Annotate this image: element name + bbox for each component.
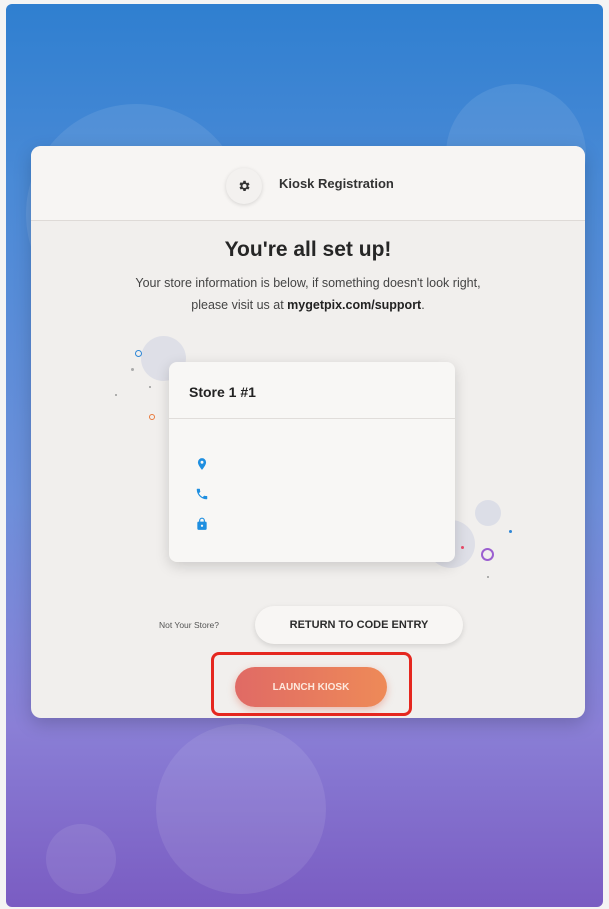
support-link[interactable]: mygetpix.com/support bbox=[287, 298, 421, 312]
decorative-ring bbox=[481, 548, 494, 561]
decorative-dot bbox=[509, 530, 512, 533]
subtitle-line-1: Your store information is below, if some… bbox=[135, 276, 481, 290]
bokeh-circle bbox=[46, 824, 116, 894]
header-title: Kiosk Registration bbox=[279, 176, 394, 191]
subtitle-line-2-prefix: please visit us at bbox=[191, 298, 288, 312]
settings-badge[interactable] bbox=[226, 168, 262, 204]
kiosk-screen: Kiosk Registration You're all set up! Yo… bbox=[6, 4, 603, 907]
return-to-code-entry-button[interactable]: RETURN TO CODE ENTRY bbox=[255, 606, 463, 644]
divider bbox=[169, 418, 455, 419]
page-title: You're all set up! bbox=[224, 238, 392, 261]
decorative-ring bbox=[149, 414, 155, 420]
decorative-dot bbox=[131, 368, 134, 371]
subtitle-line-2-suffix: . bbox=[421, 298, 425, 312]
decorative-dot bbox=[149, 386, 151, 388]
decorative-dot bbox=[487, 576, 489, 578]
bokeh-circle bbox=[156, 724, 326, 894]
phone-icon bbox=[196, 488, 208, 500]
decorative-dot bbox=[475, 500, 501, 526]
decorative-ring bbox=[135, 350, 142, 357]
store-name: Store 1 #1 bbox=[189, 384, 256, 400]
decorative-dot bbox=[115, 394, 117, 396]
not-your-store-label: Not Your Store? bbox=[159, 620, 220, 630]
lock-icon bbox=[197, 517, 207, 530]
card-header: Kiosk Registration bbox=[31, 146, 585, 221]
store-info-card: Store 1 #1 bbox=[169, 362, 455, 562]
gear-icon bbox=[239, 180, 250, 192]
decorative-dot bbox=[461, 546, 464, 549]
launch-kiosk-button[interactable]: LAUNCH KIOSK bbox=[235, 667, 387, 707]
subtitle-text: Your store information is below, if some… bbox=[71, 272, 545, 316]
registration-card: Kiosk Registration You're all set up! Yo… bbox=[31, 146, 585, 718]
location-pin-icon bbox=[197, 458, 207, 470]
